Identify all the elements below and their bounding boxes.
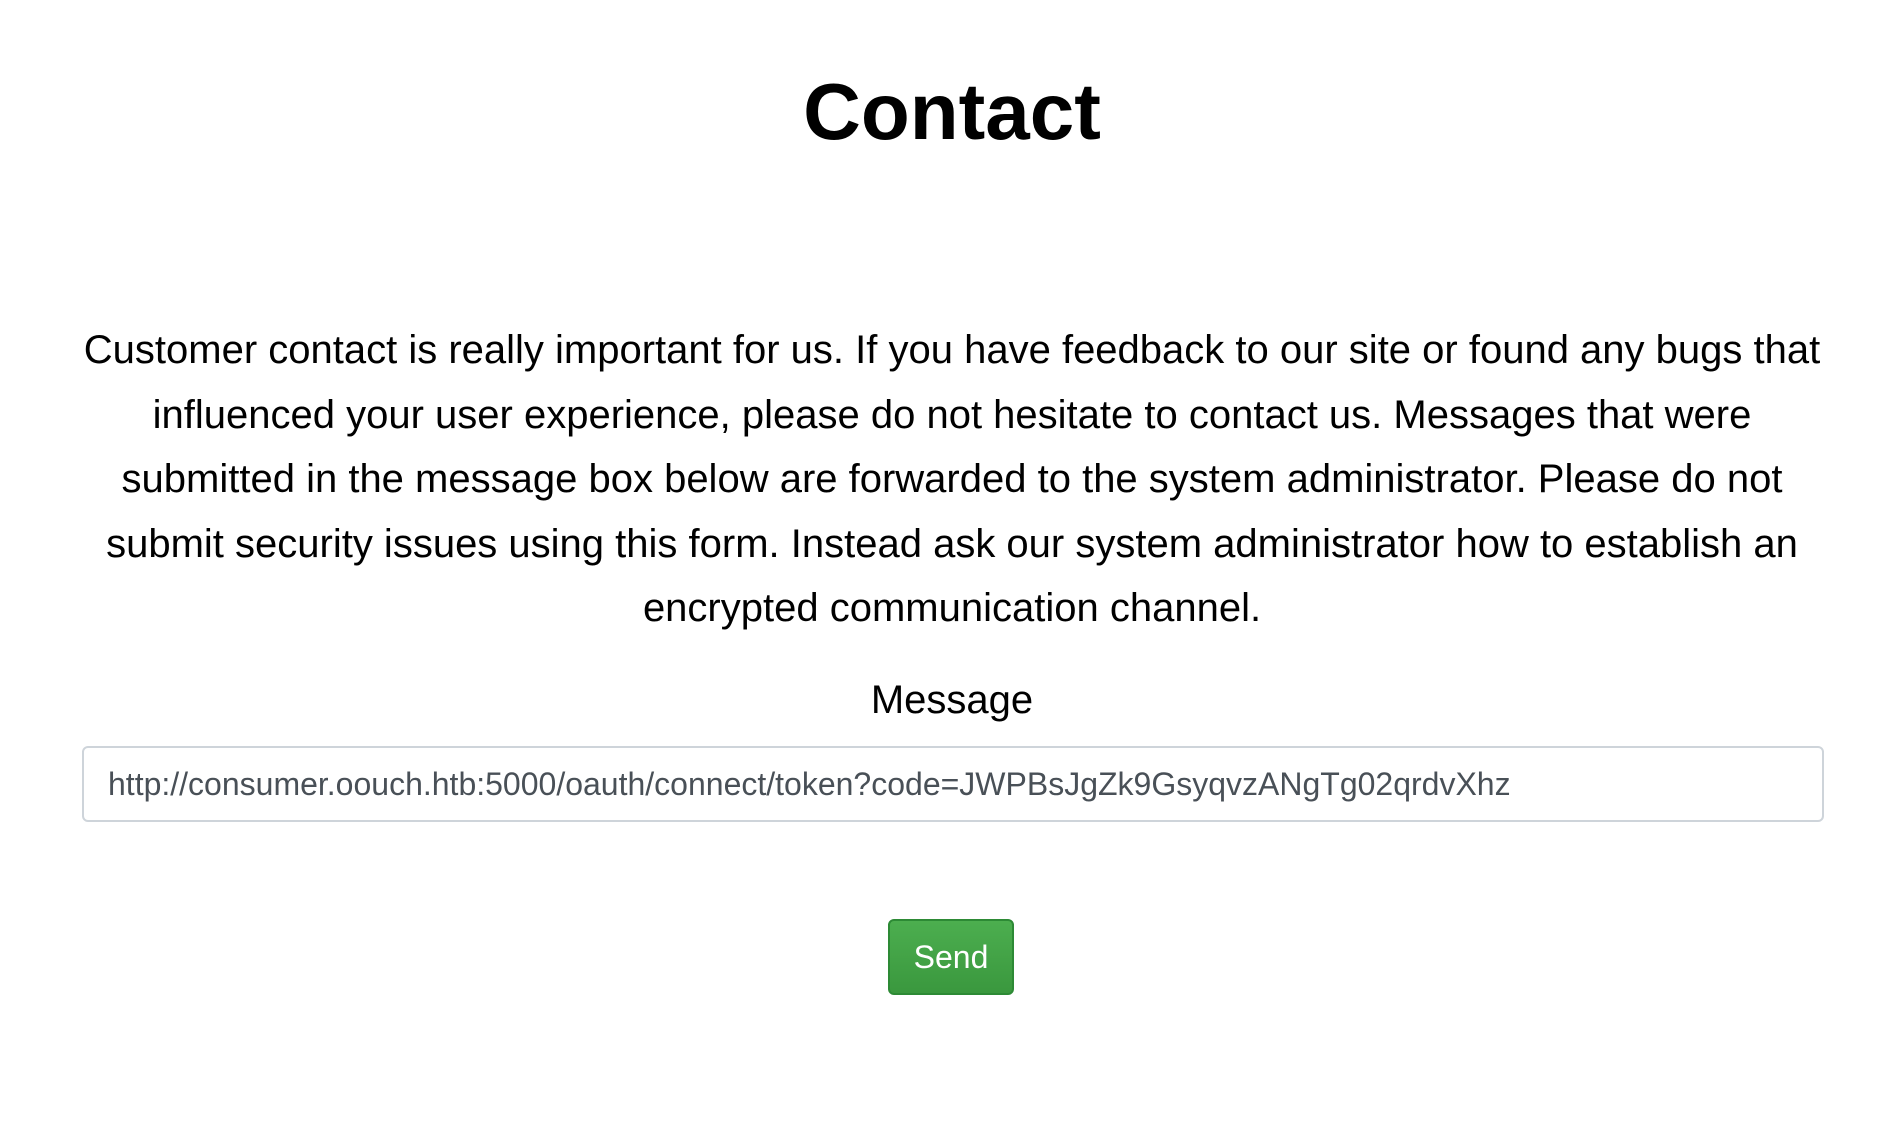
send-button[interactable]: Send — [888, 919, 1014, 995]
page-title: Contact — [803, 67, 1101, 156]
contact-description: Customer contact is really important for… — [83, 328, 1821, 630]
contact-page: Contact Customer contact is really impor… — [0, 0, 1904, 1142]
message-input[interactable] — [82, 746, 1824, 822]
message-label: Message — [870, 678, 1034, 722]
